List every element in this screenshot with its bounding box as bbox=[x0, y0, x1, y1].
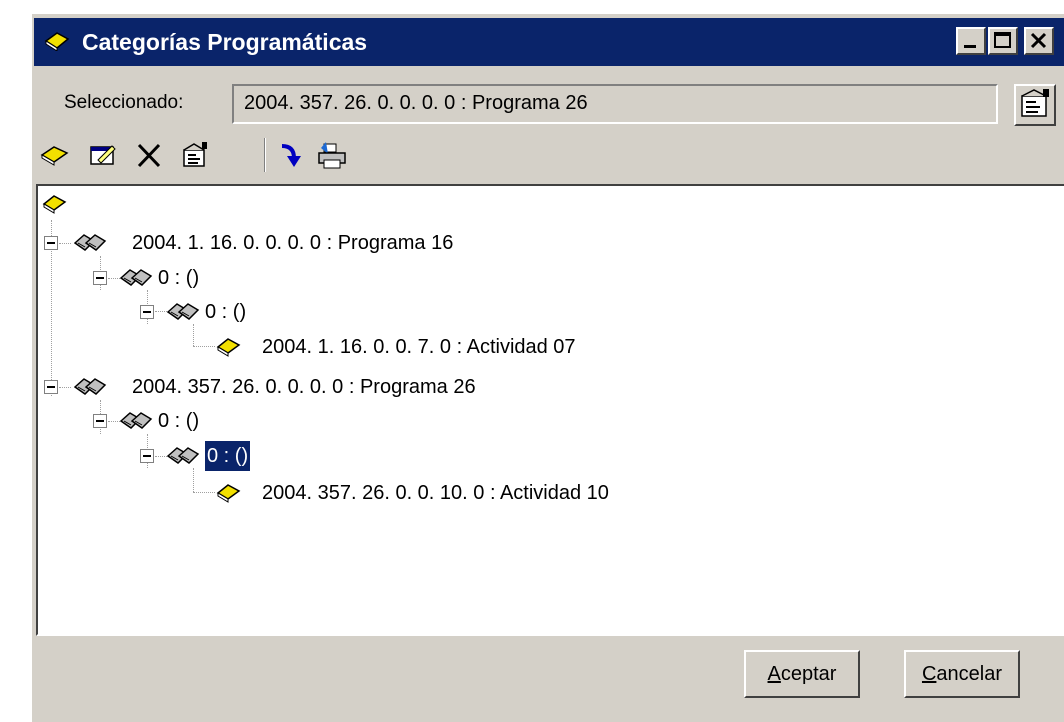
minimize-button[interactable] bbox=[956, 27, 986, 55]
tree-line bbox=[193, 468, 194, 492]
maximize-button[interactable] bbox=[988, 27, 1018, 55]
book-icon bbox=[216, 484, 241, 503]
print-icon bbox=[318, 142, 346, 169]
cancel-button[interactable]: Cancelar bbox=[904, 650, 1020, 698]
books-icon bbox=[74, 234, 107, 251]
tree-node-label: 2004. 1. 16. 0. 0. 0. 0 : Programa 16 bbox=[132, 232, 454, 254]
properties-icon bbox=[1021, 89, 1049, 117]
accept-accelerator: A bbox=[767, 663, 781, 685]
close-icon bbox=[1030, 32, 1047, 49]
tree-line bbox=[155, 456, 167, 457]
book-icon bbox=[216, 338, 241, 357]
window-title: Categorías Programáticas bbox=[82, 29, 368, 55]
collapse-icon[interactable] bbox=[44, 236, 58, 250]
books-icon bbox=[167, 447, 200, 464]
delete-button[interactable] bbox=[132, 138, 166, 172]
accept-button[interactable]: Aceptar bbox=[744, 650, 860, 698]
toolbar-separator bbox=[264, 138, 266, 172]
tree-line bbox=[59, 387, 71, 388]
tree-node-label: 0 : () bbox=[205, 301, 247, 323]
tree-node-label: 0 : () bbox=[203, 440, 252, 472]
properties-icon bbox=[183, 142, 207, 167]
category-tree[interactable]: 2004. 1. 16. 0. 0. 0. 0 : Programa 16 0 … bbox=[36, 184, 1064, 636]
tree-line bbox=[108, 421, 120, 422]
print-button[interactable] bbox=[314, 138, 348, 172]
maximize-icon bbox=[994, 32, 1011, 48]
properties-button[interactable] bbox=[1014, 84, 1056, 126]
app-book-icon bbox=[44, 31, 70, 56]
tree-node-label: 2004. 357. 26. 0. 0. 0. 0 : Programa 26 bbox=[132, 376, 476, 398]
tree-line bbox=[108, 278, 120, 279]
dialog-window: Categorías Programáticas Seleccionado: 2… bbox=[30, 12, 1064, 722]
collapse-icon[interactable] bbox=[140, 305, 154, 319]
tree-node-label: 2004. 357. 26. 0. 0. 10. 0 : Actividad 1… bbox=[262, 482, 609, 504]
collapse-icon[interactable] bbox=[93, 271, 107, 285]
books-icon bbox=[120, 269, 153, 286]
collapse-icon[interactable] bbox=[44, 380, 58, 394]
title-bar[interactable]: Categorías Programáticas bbox=[34, 18, 1064, 66]
tree-node-label: 0 : () bbox=[158, 410, 200, 432]
properties-tool-button[interactable] bbox=[178, 138, 212, 172]
accept-label: ceptar bbox=[780, 663, 837, 685]
cancel-accelerator: C bbox=[921, 663, 937, 685]
selected-value-field: 2004. 357. 26. 0. 0. 0. 0 : Programa 26 bbox=[232, 84, 998, 124]
edit-button[interactable] bbox=[86, 138, 120, 172]
root-book-icon[interactable] bbox=[42, 192, 68, 221]
toolbar bbox=[32, 134, 1064, 180]
tree-node-label: 2004. 1. 16. 0. 0. 7. 0 : Actividad 07 bbox=[262, 336, 576, 358]
move-down-button[interactable] bbox=[276, 138, 310, 172]
collapse-icon[interactable] bbox=[93, 414, 107, 428]
cancel-label: ancelar bbox=[936, 663, 1003, 685]
tree-line bbox=[59, 243, 71, 244]
tree-line bbox=[193, 346, 215, 347]
collapse-icon[interactable] bbox=[140, 449, 154, 463]
tree-line bbox=[193, 324, 194, 346]
move-down-icon bbox=[281, 144, 301, 167]
close-button[interactable] bbox=[1024, 27, 1054, 55]
new-button[interactable] bbox=[38, 138, 72, 172]
books-icon bbox=[74, 378, 107, 395]
edit-icon bbox=[90, 145, 116, 165]
tree-line bbox=[155, 311, 167, 312]
new-book-icon bbox=[40, 146, 69, 166]
books-icon bbox=[167, 303, 200, 320]
delete-icon bbox=[137, 143, 161, 168]
tree-line bbox=[193, 492, 215, 493]
selected-label: Seleccionado: bbox=[64, 92, 184, 113]
books-icon bbox=[120, 412, 153, 429]
minimize-icon bbox=[964, 45, 976, 48]
tree-node-label: 0 : () bbox=[158, 267, 200, 289]
